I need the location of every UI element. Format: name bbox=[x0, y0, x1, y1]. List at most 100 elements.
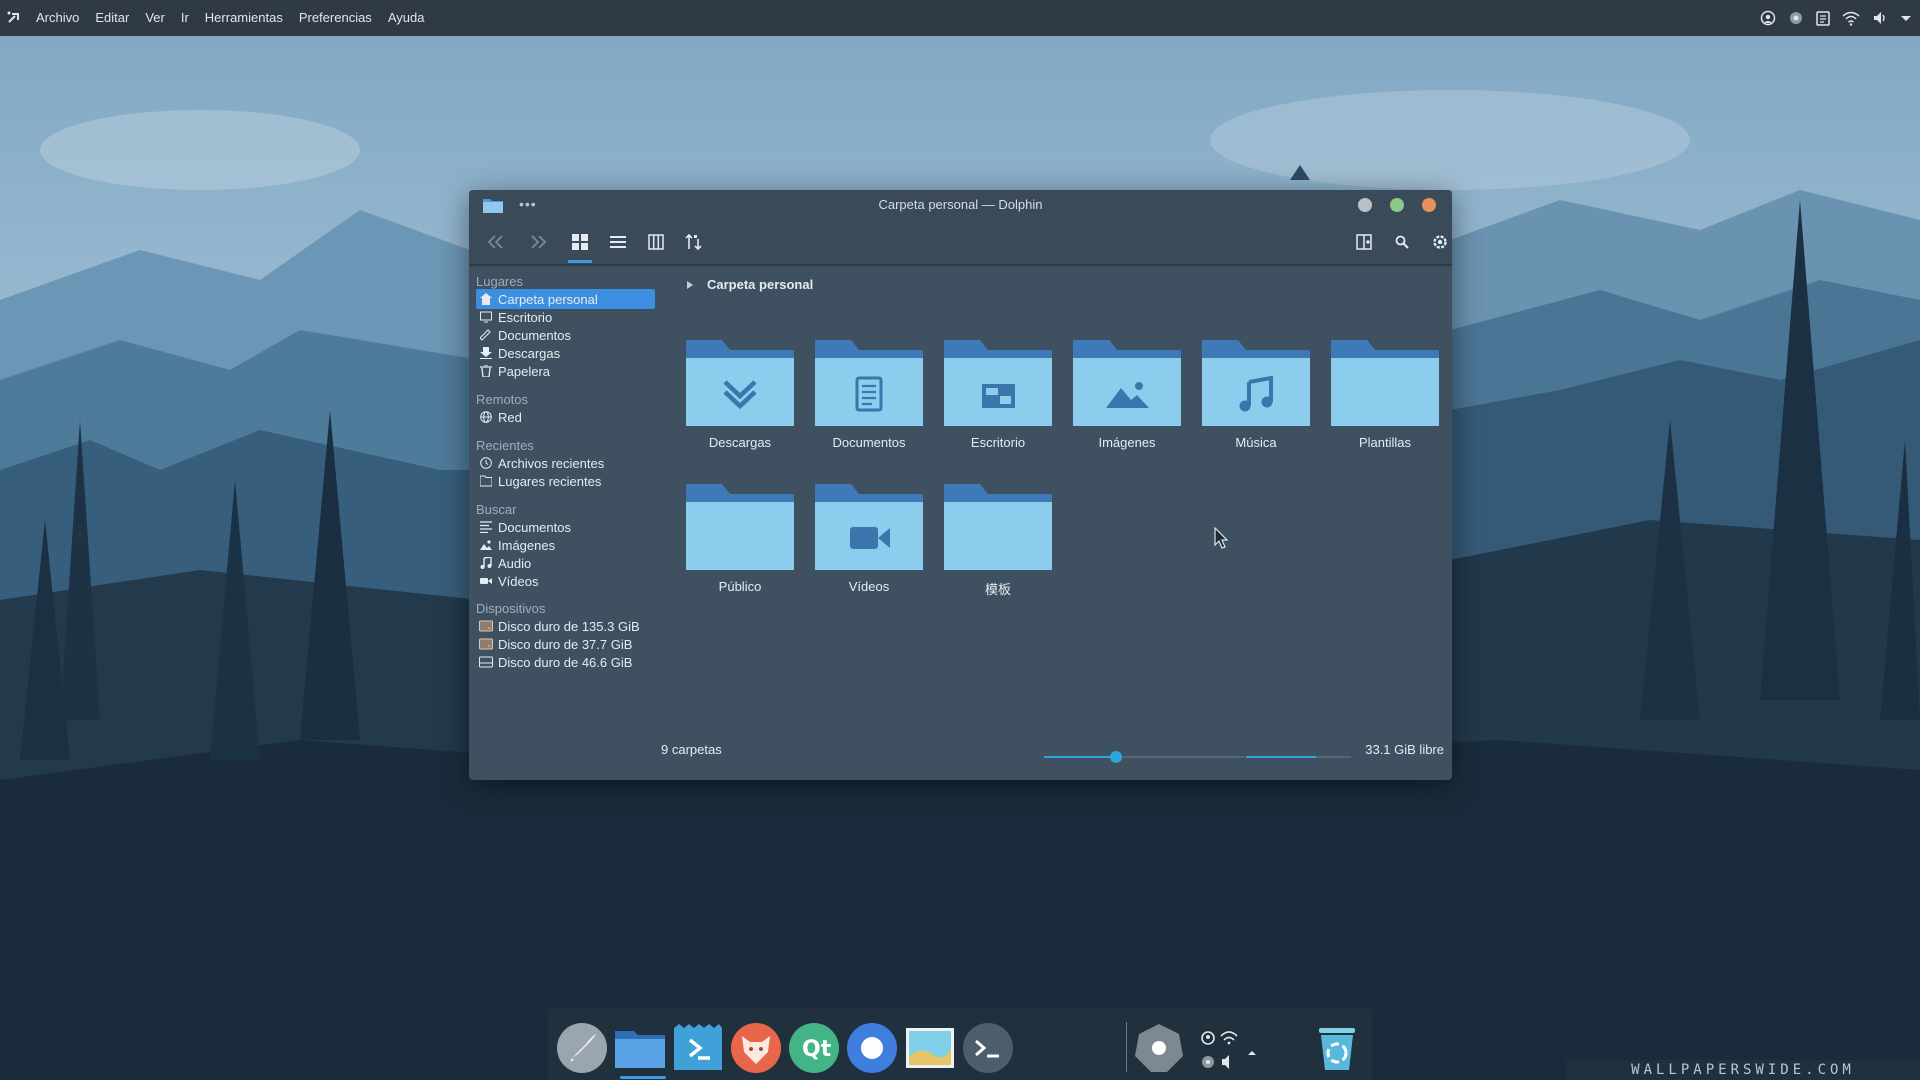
sidebar-item-label: Disco duro de 46.6 GiB bbox=[498, 654, 633, 670]
zoom-slider-fill bbox=[1044, 756, 1117, 758]
breadcrumb[interactable]: Carpeta personal bbox=[687, 277, 813, 292]
settings-icon[interactable] bbox=[1425, 228, 1452, 256]
sidebar-item-disco-37[interactable]: Disco duro de 37.7 GiB bbox=[476, 634, 655, 654]
breadcrumb-current[interactable]: Carpeta personal bbox=[707, 277, 813, 292]
qt-creator-icon[interactable]: Qt bbox=[788, 1022, 840, 1074]
back-icon[interactable] bbox=[481, 228, 511, 256]
folder-label: Imágenes bbox=[1098, 435, 1156, 450]
folder-documentos[interactable]: Documentos bbox=[811, 340, 927, 450]
section-title-recientes: Recientes bbox=[476, 438, 534, 453]
sidebar-item-archivos-recientes[interactable]: Archivos recientes bbox=[476, 453, 655, 473]
sidebar-item-red[interactable]: Red bbox=[476, 407, 655, 427]
volume-icon[interactable] bbox=[1872, 10, 1888, 26]
zoom-slider[interactable] bbox=[1044, 750, 1245, 764]
folder-desktop-icon bbox=[944, 340, 1052, 426]
system-settings-icon[interactable] bbox=[1133, 1022, 1185, 1074]
kdevelop-icon[interactable] bbox=[672, 1022, 724, 1074]
settings-icon[interactable] bbox=[1788, 10, 1804, 26]
sidebar-item-papelera[interactable]: Papelera bbox=[476, 361, 655, 381]
folder-label: Música bbox=[1235, 435, 1277, 450]
tray-network-icon[interactable] bbox=[1196, 1022, 1256, 1074]
free-space-label: 33.1 GiB libre bbox=[1365, 742, 1444, 757]
sidebar-item-carpeta-personal[interactable]: Carpeta personal bbox=[476, 289, 655, 309]
title-bar[interactable]: ••• Carpeta personal — Dolphin bbox=[469, 190, 1452, 220]
sidebar-item-label: Imágenes bbox=[498, 537, 556, 553]
music-icon bbox=[476, 557, 496, 569]
folder-musica[interactable]: Música bbox=[1198, 340, 1314, 450]
terminal-icon[interactable] bbox=[962, 1022, 1014, 1074]
image-viewer-icon[interactable] bbox=[904, 1022, 956, 1074]
sidebar-item-escritorio[interactable]: Escritorio bbox=[476, 307, 655, 327]
trash-icon[interactable] bbox=[1311, 1022, 1363, 1074]
dolphin-window: ••• Carpeta personal — Dolphin Lugares C… bbox=[469, 190, 1452, 780]
details-view-icon[interactable] bbox=[603, 228, 633, 256]
folder-imagenes[interactable]: Imágenes bbox=[1069, 340, 1185, 450]
columns-view-icon[interactable] bbox=[641, 228, 671, 256]
clipboard-icon[interactable] bbox=[1816, 10, 1830, 26]
dock-active-indicator bbox=[620, 1076, 666, 1079]
folder-label: Público bbox=[718, 579, 762, 594]
folder-escritorio[interactable]: Escritorio bbox=[940, 340, 1056, 450]
menu-ayuda[interactable]: Ayuda bbox=[380, 0, 433, 36]
sidebar-item-label: Disco duro de 135.3 GiB bbox=[498, 618, 640, 634]
icons-view-icon[interactable] bbox=[565, 228, 595, 263]
chromium-icon[interactable] bbox=[846, 1022, 898, 1074]
disk-capacity-bar bbox=[1246, 750, 1351, 764]
search-icon[interactable] bbox=[1387, 228, 1417, 256]
sidebar-item-disco-135[interactable]: Disco duro de 135.3 GiB bbox=[476, 616, 655, 636]
sidebar-item-disco-46[interactable]: Disco duro de 46.6 GiB bbox=[476, 652, 655, 672]
folder-videos[interactable]: Vídeos bbox=[811, 484, 927, 594]
harddisk-icon bbox=[476, 638, 496, 650]
firefox-icon[interactable] bbox=[730, 1022, 782, 1074]
section-title-remotos: Remotos bbox=[476, 392, 529, 407]
menu-ir[interactable]: Ir bbox=[173, 0, 197, 36]
split-view-icon[interactable] bbox=[1349, 228, 1379, 256]
menu-archivo[interactable]: Archivo bbox=[28, 0, 87, 36]
sidebar-item-documentos[interactable]: Documentos bbox=[476, 325, 655, 345]
menu-herramientas[interactable]: Herramientas bbox=[197, 0, 291, 36]
top-panel: Archivo Editar Ver Ir Herramientas Prefe… bbox=[0, 0, 1920, 36]
folder-label: 模板 bbox=[984, 582, 1011, 597]
chevron-down-icon[interactable] bbox=[1900, 10, 1912, 26]
sidebar-item-descargas[interactable]: Descargas bbox=[476, 343, 655, 363]
sidebar-item-label: Escritorio bbox=[498, 309, 553, 325]
clock-icon bbox=[476, 457, 496, 469]
sidebar-item-lugares-recientes[interactable]: Lugares recientes bbox=[476, 471, 655, 491]
window-title: Carpeta personal — Dolphin bbox=[878, 197, 1043, 212]
sidebar-item-buscar-audio[interactable]: Audio bbox=[476, 553, 655, 573]
minimize-button[interactable] bbox=[1358, 198, 1372, 212]
video-icon bbox=[476, 575, 496, 587]
trash-icon bbox=[476, 365, 496, 377]
menu-preferencias[interactable]: Preferencias bbox=[291, 0, 380, 36]
sidebar-item-label: Papelera bbox=[498, 363, 551, 379]
wifi-icon[interactable] bbox=[1842, 10, 1860, 26]
system-tray bbox=[1760, 0, 1912, 36]
network-manager-icon[interactable] bbox=[1760, 10, 1776, 26]
folder-publico[interactable]: Público bbox=[682, 484, 798, 594]
chevron-right-icon[interactable] bbox=[687, 280, 693, 289]
mouse-cursor-icon bbox=[1214, 527, 1228, 549]
launcher-icon[interactable] bbox=[556, 1022, 608, 1074]
sidebar-item-buscar-videos[interactable]: Vídeos bbox=[476, 571, 655, 591]
sidebar-item-label: Red bbox=[498, 409, 522, 425]
close-button[interactable] bbox=[1422, 198, 1436, 212]
folder-descargas[interactable]: Descargas bbox=[682, 340, 798, 450]
sort-icon[interactable] bbox=[679, 228, 709, 256]
forward-icon[interactable] bbox=[523, 228, 553, 256]
folder-moban[interactable]: 模板 bbox=[940, 484, 1056, 598]
sidebar-item-buscar-documentos[interactable]: Documentos bbox=[476, 517, 655, 537]
file-manager-icon[interactable] bbox=[614, 1022, 666, 1074]
folder-label: Vídeos bbox=[848, 579, 890, 594]
maximize-button[interactable] bbox=[1390, 198, 1404, 212]
zoom-slider-handle[interactable] bbox=[1110, 751, 1123, 763]
dock: Qt bbox=[548, 1008, 1372, 1080]
sidebar-item-label: Lugares recientes bbox=[498, 473, 602, 489]
folder-plantillas[interactable]: Plantillas bbox=[1327, 340, 1443, 450]
sidebar-item-buscar-imagenes[interactable]: Imágenes bbox=[476, 535, 655, 555]
menu-editar[interactable]: Editar bbox=[87, 0, 137, 36]
folder-videos-icon bbox=[815, 484, 923, 570]
menu-ver[interactable]: Ver bbox=[137, 0, 173, 36]
folder-pictures-icon bbox=[1073, 340, 1181, 426]
section-title-dispositivos: Dispositivos bbox=[476, 601, 546, 616]
app-launcher-icon[interactable] bbox=[0, 0, 28, 36]
